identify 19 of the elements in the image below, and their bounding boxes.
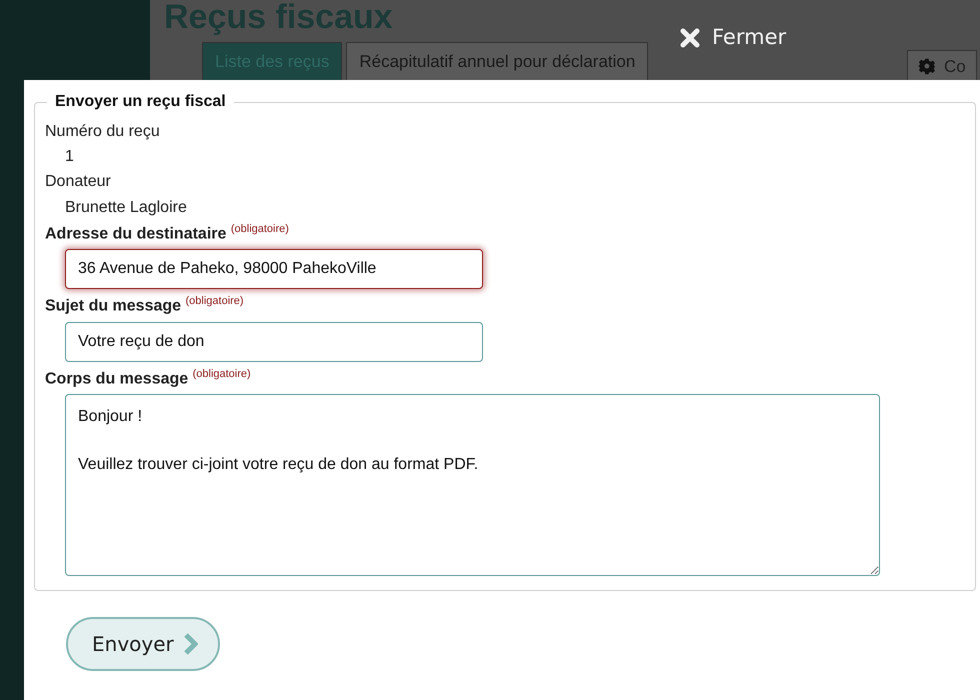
input-field[interactable]: Votre reçu de don bbox=[65, 322, 483, 362]
form-legend: Envoyer un reçu fiscal bbox=[47, 90, 234, 114]
chevron-right-icon bbox=[184, 633, 198, 656]
close-icon bbox=[680, 28, 700, 48]
field-label: Sujet du message bbox=[45, 298, 182, 315]
required-note: (obligatoire) bbox=[192, 368, 251, 380]
message-textarea[interactable]: Bonjour ! Veuillez trouver ci-joint votre reçu de don au format PDF. bbox=[65, 394, 880, 576]
close-link[interactable]: Fermer bbox=[680, 22, 786, 54]
send-button[interactable]: Envoyer bbox=[66, 617, 220, 672]
gear-icon bbox=[918, 58, 936, 76]
field-label: Donateur bbox=[45, 173, 111, 190]
input-field[interactable]: 36 Avenue de Paheko, 98000 PahekoVille bbox=[65, 249, 483, 290]
field-value: Brunette Lagloire bbox=[65, 198, 188, 217]
required-note: (obligatoire) bbox=[230, 222, 289, 235]
field-value: 1 bbox=[65, 147, 75, 166]
field-label: Numéro du reçu bbox=[45, 123, 160, 140]
required-note: (obligatoire) bbox=[186, 295, 244, 308]
field-label: Corps du message bbox=[45, 370, 188, 388]
field-label: Adresse du destinataire bbox=[45, 225, 226, 242]
